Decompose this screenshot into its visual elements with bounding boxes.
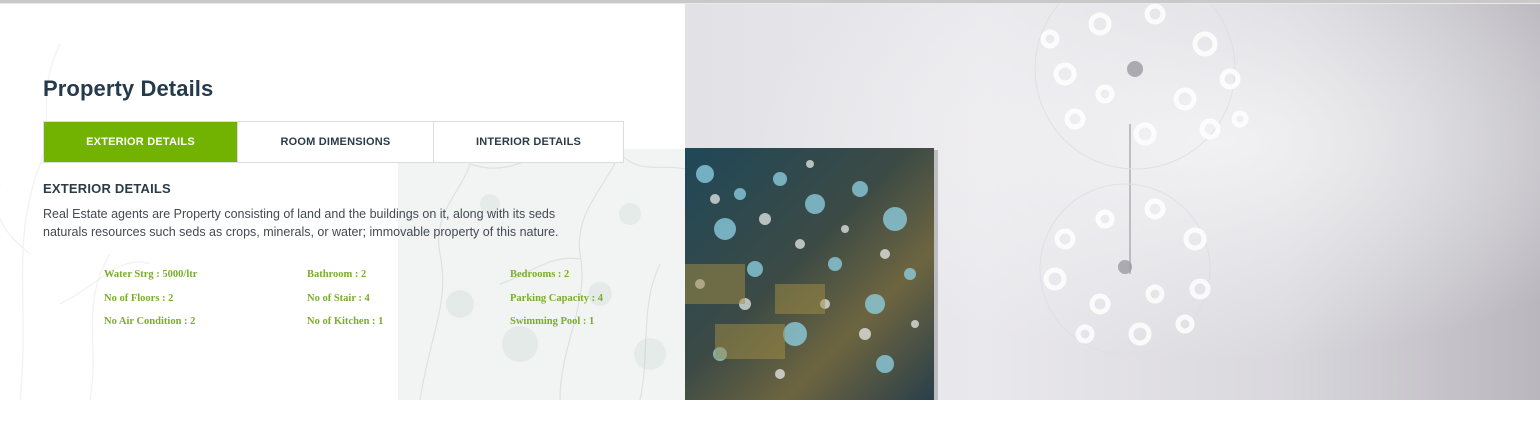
feature-water-storage: Water Strg : 5000/ltr	[104, 269, 198, 280]
feature-bathroom: Bathroom : 2	[307, 269, 367, 280]
page-title: Property Details	[43, 76, 214, 101]
tab-content-description: Real Estate agents are Property consisti…	[43, 207, 559, 239]
feature-parking: Parking Capacity : 4	[510, 293, 604, 304]
interior-photo-image	[685, 4, 1540, 400]
feature-bedrooms: Bedrooms : 2	[510, 269, 570, 280]
tab-content-heading: EXTERIOR DETAILS	[43, 181, 171, 196]
feature-swimming-pool: Swimming Pool : 1	[510, 316, 595, 327]
tab-exterior-details[interactable]: EXTERIOR DETAILS	[44, 122, 237, 162]
tab-room-dimensions[interactable]: ROOM DIMENSIONS	[237, 122, 433, 162]
feature-kitchen: No of Kitchen : 1	[307, 316, 384, 327]
feature-floors: No of Floors : 2	[104, 293, 174, 304]
feature-air-condition: No Air Condition : 2	[104, 316, 196, 327]
tab-interior-details[interactable]: INTERIOR DETAILS	[433, 122, 623, 162]
faded-tree-background	[0, 43, 685, 400]
interior-photo	[685, 4, 1540, 400]
property-details-section: Property Details EXTERIOR DETAILS ROOM D…	[0, 4, 1540, 400]
feature-stairs: No of Stair : 4	[307, 293, 370, 304]
details-tabs: EXTERIOR DETAILS ROOM DIMENSIONS INTERIO…	[43, 121, 624, 163]
abstract-painting	[685, 148, 938, 400]
details-panel: Property Details EXTERIOR DETAILS ROOM D…	[0, 4, 685, 400]
